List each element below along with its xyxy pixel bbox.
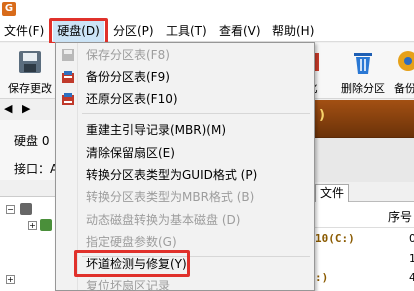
- forward-arrow-icon[interactable]: ▶: [22, 102, 30, 115]
- backup-button[interactable]: 备份: [394, 45, 414, 97]
- menu-view[interactable]: 查看(V): [219, 20, 261, 42]
- column-seq-header: 序号: [388, 210, 413, 224]
- bad-sector-item-highlight-box: [74, 250, 190, 277]
- backup-partition-table-icon: [62, 71, 74, 83]
- menu-help[interactable]: 帮助(H): [272, 20, 314, 42]
- disk-menu-highlight-box: [49, 18, 108, 45]
- menu-separator: [82, 113, 310, 114]
- menu-item-backup-partition-table[interactable]: 备份分区表(F9): [56, 66, 314, 88]
- menu-item-reset-bad-sector-record[interactable]: 复位坏扇区记录: [56, 275, 314, 291]
- table-header: 序号: [315, 202, 414, 228]
- interface-label: 接口：A: [14, 162, 59, 176]
- disk-partition-banner: ): [315, 100, 414, 138]
- disk-info-panel: 硬盘 0 接口：A: [0, 120, 59, 180]
- menu-item-convert-to-guid[interactable]: 转换分区表类型为GUID格式 (P): [56, 164, 314, 186]
- backup-icon: [398, 51, 414, 71]
- partition-table: 10(C:) 0 1 :) 4: [315, 228, 414, 291]
- tree-expand-icon[interactable]: +: [6, 275, 15, 284]
- tab-browse-files[interactable]: 文件: [315, 184, 350, 202]
- title-bar: G: [0, 0, 414, 20]
- partition-icon: [40, 219, 52, 231]
- nav-arrows: ◀ ▶: [0, 100, 56, 120]
- menu-item-clear-reserved-sectors[interactable]: 清除保留扇区(E): [56, 142, 314, 164]
- tree-collapse-icon[interactable]: −: [6, 205, 15, 214]
- delete-partition-button[interactable]: 删除分区: [337, 45, 389, 97]
- disk-map-area: [315, 138, 414, 182]
- menu-file[interactable]: 文件(F): [4, 20, 44, 42]
- menu-item-convert-to-mbr[interactable]: 转换分区表类型为MBR格式 (B): [56, 186, 314, 208]
- save-changes-icon: [19, 51, 41, 73]
- menu-item-save-partition-table[interactable]: 保存分区表(F8): [56, 44, 314, 66]
- save-partition-table-icon: [62, 49, 74, 61]
- menu-item-dynamic-to-basic[interactable]: 动态磁盘转换为基本磁盘 (D): [56, 209, 314, 231]
- disk-label: 硬盘 0: [14, 134, 50, 148]
- menu-item-rebuild-mbr[interactable]: 重建主引导记录(MBR)(M): [56, 119, 314, 141]
- menu-tools[interactable]: 工具(T): [166, 20, 207, 42]
- disk-tree: − + +: [0, 196, 56, 291]
- tree-expand-icon[interactable]: +: [28, 221, 37, 230]
- save-changes-button[interactable]: 保存更改: [6, 45, 54, 97]
- trash-icon: [354, 53, 372, 74]
- tab-bar: 文件: [315, 182, 414, 202]
- app-logo-icon: G: [2, 2, 16, 16]
- restore-partition-table-icon: [62, 93, 74, 105]
- menu-item-restore-partition-table[interactable]: 还原分区表(F10): [56, 88, 314, 110]
- back-arrow-icon[interactable]: ◀: [4, 102, 12, 115]
- menu-partition[interactable]: 分区(P): [113, 20, 154, 42]
- hard-disk-icon: [20, 203, 32, 215]
